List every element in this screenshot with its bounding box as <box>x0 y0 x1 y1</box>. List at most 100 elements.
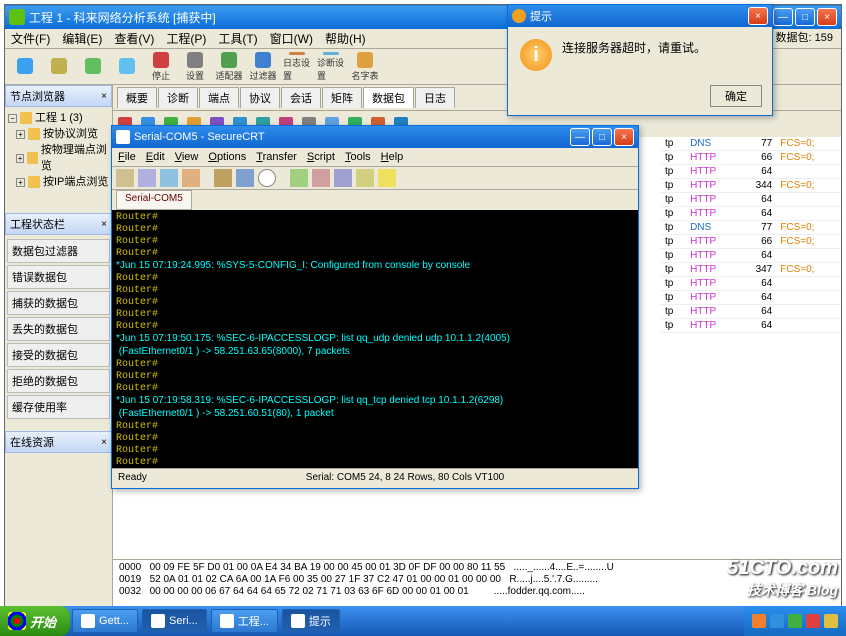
toolbar-icon[interactable] <box>182 169 200 187</box>
stat-item[interactable]: 缓存使用率 <box>7 395 110 419</box>
close-button[interactable]: × <box>614 128 634 146</box>
minimize-button[interactable]: — <box>773 8 793 26</box>
toolbar-button[interactable] <box>113 52 141 82</box>
toolbar-button[interactable]: 日志设置 <box>283 52 311 82</box>
toolbar-icon[interactable] <box>116 169 134 187</box>
tab[interactable]: 诊断 <box>158 87 198 108</box>
table-row[interactable]: tpHTTP64 <box>661 207 841 221</box>
menu-item[interactable]: File <box>118 151 136 163</box>
toolbar-icon[interactable] <box>356 169 374 187</box>
dialog-prompt[interactable]: 提示 × i 连接服务器超时，请重试。 确定 <box>507 4 773 116</box>
toolbar-button[interactable]: 诊断设置 <box>317 52 345 82</box>
terminal[interactable]: Router# Router# Router# Router# *Jun 15 … <box>112 210 638 468</box>
tray-icon[interactable] <box>806 614 820 628</box>
menu-item[interactable]: Tools <box>345 151 371 163</box>
menu-item[interactable]: Edit <box>146 151 165 163</box>
menu-item[interactable]: View <box>175 151 199 163</box>
stat-item[interactable]: 接受的数据包 <box>7 343 110 367</box>
table-row[interactable]: tpHTTP66FCS=0; <box>661 151 841 165</box>
crt-titlebar[interactable]: Serial-COM5 - SecureCRT — □ × <box>112 126 638 148</box>
toolbar-button[interactable]: 停止 <box>147 52 175 82</box>
stat-item[interactable]: 捕获的数据包 <box>7 291 110 315</box>
toolbar-icon[interactable] <box>214 169 232 187</box>
toolbar-button[interactable]: 名字表 <box>351 52 379 82</box>
toolbar-icon[interactable] <box>334 169 352 187</box>
taskbar-item[interactable]: 提示 <box>282 609 340 633</box>
stat-item[interactable]: 错误数据包 <box>7 265 110 289</box>
tab[interactable]: 日志 <box>415 87 455 108</box>
stat-item[interactable]: 拒绝的数据包 <box>7 369 110 393</box>
securecrt-window[interactable]: Serial-COM5 - SecureCRT — □ × File Edit Vi… <box>111 125 639 489</box>
taskbar-item[interactable]: 工程... <box>211 609 278 633</box>
toolbar-icon[interactable] <box>236 169 254 187</box>
toolbar-icon[interactable] <box>290 169 308 187</box>
tab[interactable]: 概要 <box>117 87 157 108</box>
tray-icon[interactable] <box>824 614 838 628</box>
table-row[interactable]: tpHTTP66FCS=0; <box>661 235 841 249</box>
close-button[interactable]: × <box>817 8 837 26</box>
stats-header[interactable]: 工程状态栏 × <box>5 213 112 235</box>
menu-item[interactable]: Help <box>381 151 404 163</box>
menu-item[interactable]: Script <box>307 151 335 163</box>
toolbar-icon[interactable] <box>312 169 330 187</box>
menu-item[interactable]: 编辑(E) <box>62 30 102 47</box>
table-row[interactable]: tpHTTP64 <box>661 277 841 291</box>
toolbar-button[interactable]: 设置 <box>181 52 209 82</box>
stat-item[interactable]: 数据包过滤器 <box>7 239 110 263</box>
table-row[interactable]: tpHTTP64 <box>661 291 841 305</box>
stat-item[interactable]: 丢失的数据包 <box>7 317 110 341</box>
maximize-button[interactable]: □ <box>795 8 815 26</box>
toolbar-icon[interactable] <box>160 169 178 187</box>
menu-item[interactable]: 工程(P) <box>166 30 206 47</box>
maximize-button[interactable]: □ <box>592 128 612 146</box>
system-tray[interactable] <box>744 606 846 636</box>
menu-item[interactable]: 帮助(H) <box>325 30 366 47</box>
table-row[interactable]: tpHTTP64 <box>661 165 841 179</box>
tree-item[interactable]: +按物理端点浏览 <box>8 142 109 174</box>
table-row[interactable]: tpDNS77FCS=0; <box>661 137 841 151</box>
tab[interactable]: 数据包 <box>363 87 414 108</box>
tab[interactable]: 会话 <box>281 87 321 108</box>
toolbar-icon[interactable] <box>138 169 156 187</box>
menu-item[interactable]: Options <box>208 151 246 163</box>
close-button[interactable]: × <box>748 7 768 25</box>
tree-item[interactable]: −工程 1 (3) <box>8 110 109 126</box>
tab[interactable]: 矩阵 <box>322 87 362 108</box>
node-browser-header[interactable]: 节点浏览器 × <box>5 85 112 107</box>
minimize-button[interactable]: — <box>570 128 590 146</box>
tree-item[interactable]: +按IP端点浏览 <box>8 174 109 190</box>
toolbar-button[interactable] <box>45 52 73 82</box>
tree-item[interactable]: +按协议浏览 <box>8 126 109 142</box>
toolbar-button[interactable] <box>79 52 107 82</box>
search-icon[interactable] <box>258 169 276 187</box>
toolbar-button[interactable]: 适配器 <box>215 52 243 82</box>
table-row[interactable]: tpHTTP64 <box>661 193 841 207</box>
dialog-titlebar[interactable]: 提示 × <box>508 5 772 27</box>
ok-button[interactable]: 确定 <box>710 85 762 107</box>
taskbar-item[interactable]: Gett... <box>72 609 138 633</box>
toolbar-button[interactable] <box>11 52 39 82</box>
help-icon[interactable] <box>378 169 396 187</box>
table-row[interactable]: tpDNS77FCS=0; <box>661 221 841 235</box>
menu-item[interactable]: 查看(V) <box>114 30 154 47</box>
table-row[interactable]: tpHTTP347FCS=0; <box>661 263 841 277</box>
tray-icon[interactable] <box>752 614 766 628</box>
menu-item[interactable]: 文件(F) <box>11 30 50 47</box>
table-row[interactable]: tpHTTP344FCS=0; <box>661 179 841 193</box>
menu-item[interactable]: 工具(T) <box>218 30 257 47</box>
tab[interactable]: 端点 <box>199 87 239 108</box>
start-button[interactable]: 开始 <box>0 606 70 636</box>
online-header[interactable]: 在线资源 × <box>5 431 112 453</box>
toolbar-button[interactable]: 过滤器 <box>249 52 277 82</box>
node-tree[interactable]: −工程 1 (3)+按协议浏览+按物理端点浏览+按IP端点浏览 <box>5 107 112 193</box>
tray-icon[interactable] <box>770 614 784 628</box>
table-row[interactable]: tpHTTP64 <box>661 249 841 263</box>
menu-item[interactable]: Transfer <box>256 151 297 163</box>
tray-icon[interactable] <box>788 614 802 628</box>
crt-tab[interactable]: Serial-COM5 <box>116 190 192 210</box>
close-icon[interactable]: × <box>101 437 107 448</box>
taskbar-item[interactable]: Seri... <box>142 609 207 633</box>
table-row[interactable]: tpHTTP64 <box>661 319 841 333</box>
close-icon[interactable]: × <box>101 91 107 102</box>
close-icon[interactable]: × <box>101 219 107 230</box>
